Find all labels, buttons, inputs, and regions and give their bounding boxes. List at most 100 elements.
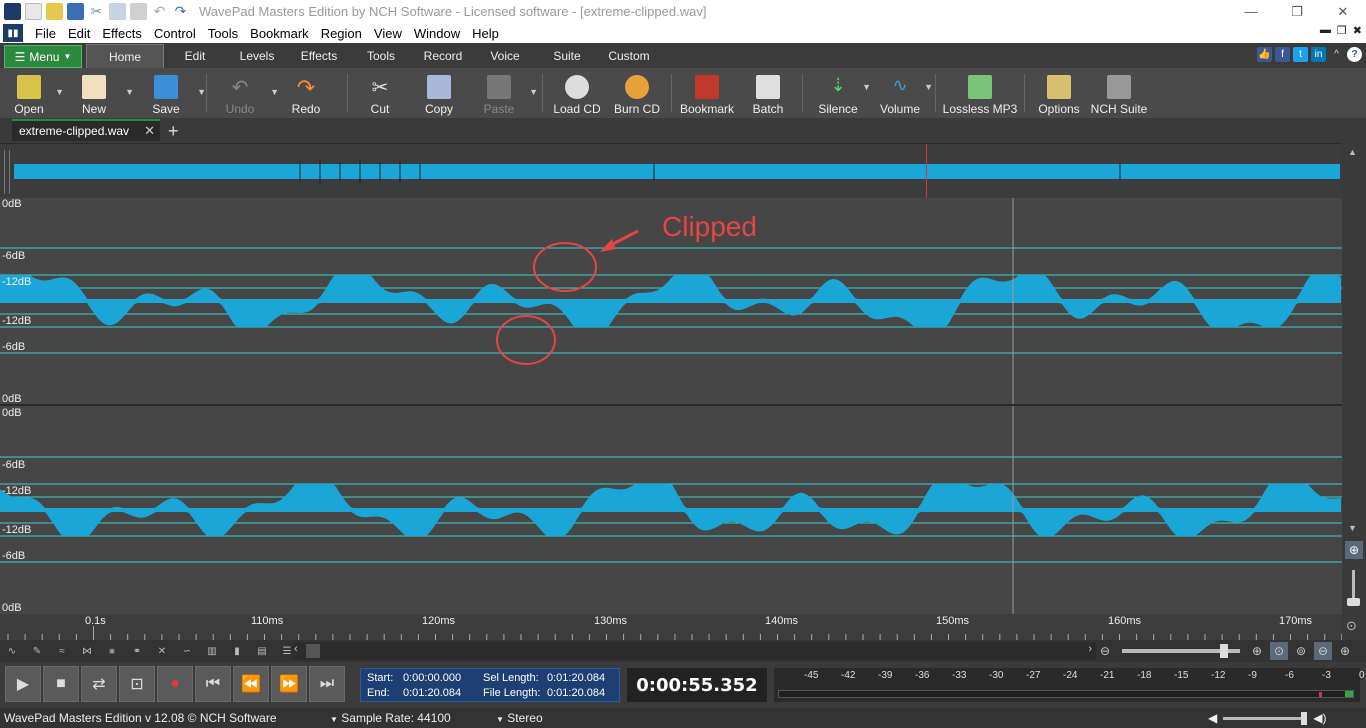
- tab-effects[interactable]: Effects: [288, 44, 350, 68]
- zoom-restore-icon[interactable]: ⊕: [1336, 642, 1354, 660]
- waveform-random-icon[interactable]: ⨳: [100, 642, 124, 660]
- tab-levels[interactable]: Levels: [226, 44, 288, 68]
- save-dropdown-icon[interactable]: ▼: [197, 87, 206, 97]
- vertical-zoom-in-icon[interactable]: ⊕: [1345, 541, 1363, 559]
- redo-button[interactable]: ↷ Redo: [269, 68, 343, 118]
- minimize-icon[interactable]: —: [1228, 0, 1274, 23]
- volume-dropdown-icon[interactable]: ▼: [924, 82, 933, 92]
- menu-file[interactable]: File: [29, 26, 62, 41]
- zoom-fit-icon[interactable]: ⊚: [1292, 642, 1310, 660]
- options-button[interactable]: Options: [1029, 68, 1089, 118]
- levels-icon[interactable]: ▤: [250, 642, 274, 660]
- menu-edit[interactable]: Edit: [62, 26, 96, 41]
- copy-icon[interactable]: [109, 3, 126, 20]
- go-end-button[interactable]: ⏭: [309, 666, 345, 702]
- close-tab-icon[interactable]: ✕: [144, 123, 155, 139]
- pencil-icon[interactable]: ✎: [25, 642, 49, 660]
- waveform-select-icon[interactable]: ≈: [50, 642, 74, 660]
- scroll-right-icon[interactable]: ›: [1088, 643, 1092, 655]
- waveform-view[interactable]: Clipped 0dB -6dB -12dB -12dB -6dB 0dB 0d…: [0, 198, 1342, 614]
- waveform-view-icon[interactable]: ∿: [0, 642, 24, 660]
- help-icon[interactable]: ?: [1347, 47, 1362, 62]
- fast-forward-button[interactable]: ⏩: [271, 666, 307, 702]
- tab-record[interactable]: Record: [412, 44, 474, 68]
- waveform-mix-icon[interactable]: ⋈: [75, 642, 99, 660]
- twitter-icon[interactable]: t: [1293, 47, 1308, 62]
- zoom-slider[interactable]: [1122, 644, 1240, 658]
- doc-restore-icon[interactable]: ❐: [1337, 24, 1347, 37]
- spectrum-icon[interactable]: ▥: [200, 642, 224, 660]
- load-cd-button[interactable]: Load CD: [547, 68, 607, 118]
- paste-icon[interactable]: [130, 3, 147, 20]
- horizontal-scrollbar[interactable]: ‹ ›: [292, 642, 1096, 660]
- scroll-down-icon[interactable]: ▼: [1348, 523, 1357, 533]
- silence-button[interactable]: ⇣ Silence ▼: [807, 68, 871, 118]
- scroll-left-icon[interactable]: ‹: [294, 643, 298, 655]
- lossless-mp3-button[interactable]: Lossless MP3: [940, 68, 1020, 118]
- menu-button[interactable]: ☰ Menu ▼: [4, 45, 82, 68]
- tab-tools[interactable]: Tools: [350, 44, 412, 68]
- play-button[interactable]: ▶: [5, 666, 41, 702]
- zoom-selection-icon[interactable]: ⊙: [1270, 642, 1288, 660]
- menu-help[interactable]: Help: [466, 26, 505, 41]
- vertical-zoom-knob[interactable]: [1347, 598, 1360, 606]
- add-tab-icon[interactable]: +: [168, 121, 179, 141]
- open-button[interactable]: Open ▼: [0, 68, 64, 118]
- scroll-up-icon[interactable]: ▲: [1348, 147, 1357, 157]
- burn-cd-button[interactable]: Burn CD: [607, 68, 667, 118]
- link-icon[interactable]: ⚭: [125, 642, 149, 660]
- loop-button[interactable]: ⇄: [81, 666, 117, 702]
- copy-button[interactable]: Copy: [408, 68, 470, 118]
- paste-dropdown-icon[interactable]: ▼: [529, 87, 538, 97]
- linkedin-icon[interactable]: in: [1311, 47, 1326, 62]
- speaker-loud-icon[interactable]: ◀): [1313, 711, 1326, 725]
- doc-minimize-icon[interactable]: ▬: [1320, 24, 1331, 37]
- batch-button[interactable]: Batch: [738, 68, 798, 118]
- menu-bookmark[interactable]: Bookmark: [244, 26, 315, 41]
- doc-close-icon[interactable]: ✖: [1353, 24, 1362, 37]
- zoom-full-icon[interactable]: ⊖: [1314, 642, 1332, 660]
- menu-control[interactable]: Control: [148, 26, 202, 41]
- close-icon[interactable]: ✕: [1320, 0, 1366, 23]
- app-menu-icon[interactable]: ▮▮: [3, 24, 23, 42]
- speaker-icon[interactable]: ◀: [1208, 711, 1217, 725]
- collapse-ribbon-icon[interactable]: ^: [1329, 47, 1344, 62]
- vertical-scrollbar[interactable]: ▲ ▼: [1342, 143, 1366, 538]
- nch-suite-button[interactable]: NCH Suite: [1089, 68, 1149, 118]
- record-button[interactable]: ●: [157, 666, 193, 702]
- tab-edit[interactable]: Edit: [164, 44, 226, 68]
- facebook-icon[interactable]: f: [1275, 47, 1290, 62]
- zoom-out-icon[interactable]: ⊖: [1096, 642, 1114, 660]
- rewind-button[interactable]: ⏪: [233, 666, 269, 702]
- waveform-small-icon[interactable]: ∽: [175, 642, 199, 660]
- undo-button[interactable]: ↶ Undo ▼: [211, 68, 279, 118]
- paste-button[interactable]: Paste ▼: [470, 68, 538, 118]
- cut-icon[interactable]: ✂: [88, 3, 105, 20]
- file-tab[interactable]: extreme-clipped.wav ✕: [12, 119, 160, 141]
- vertical-zoom-fit-icon[interactable]: ⊙: [1346, 618, 1357, 634]
- open-folder-icon[interactable]: [46, 3, 63, 20]
- save-icon[interactable]: [67, 3, 84, 20]
- tab-suite[interactable]: Suite: [536, 44, 598, 68]
- cut-button[interactable]: ✂ Cut: [352, 68, 408, 118]
- maximize-icon[interactable]: ❐: [1274, 0, 1320, 23]
- menu-effects[interactable]: Effects: [96, 26, 148, 41]
- horizontal-scroll-thumb[interactable]: [306, 644, 320, 658]
- tab-home[interactable]: Home: [86, 44, 164, 68]
- tab-custom[interactable]: Custom: [598, 44, 660, 68]
- new-button[interactable]: New ▼: [58, 68, 134, 118]
- bookmark-button[interactable]: Bookmark: [676, 68, 738, 118]
- tab-voice[interactable]: Voice: [474, 44, 536, 68]
- bars-icon[interactable]: ▮: [225, 642, 249, 660]
- menu-tools[interactable]: Tools: [202, 26, 244, 41]
- waveform-cross-icon[interactable]: ✕: [150, 642, 174, 660]
- menu-view[interactable]: View: [368, 26, 408, 41]
- volume-button[interactable]: ∿ Volume ▼: [869, 68, 933, 118]
- go-start-button[interactable]: ⏮: [195, 666, 231, 702]
- menu-window[interactable]: Window: [408, 26, 466, 41]
- menu-region[interactable]: Region: [315, 26, 368, 41]
- zoom-in-icon[interactable]: ⊕: [1248, 642, 1266, 660]
- save-button[interactable]: Save ▼: [130, 68, 206, 118]
- sample-rate-dropdown[interactable]: ▼ Sample Rate: 44100: [330, 711, 451, 725]
- redo-icon[interactable]: ↷: [172, 3, 189, 20]
